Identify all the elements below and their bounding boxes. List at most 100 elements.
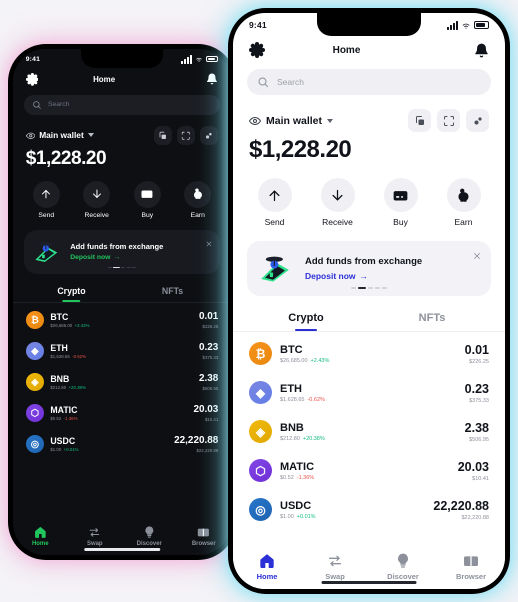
token-list: ₿ BTC $26,685.00 +2.43% 0.01 $226.25 ◆ ETH $1,62…	[233, 334, 505, 529]
carousel-dot[interactable]	[121, 266, 126, 269]
deposit-now-link[interactable]: Deposit now →	[70, 254, 163, 261]
cellular-bars-icon	[181, 54, 193, 64]
scan-qr-button[interactable]	[176, 126, 196, 145]
token-row[interactable]: ₿ BTC $26,685.00 +2.43% 0.01 $226.25	[13, 305, 231, 336]
quick-action-send[interactable]: Send	[243, 178, 306, 227]
wallet-selector[interactable]: Main wallet	[249, 115, 334, 127]
token-row[interactable]: ⬡ MATIC $0.52 -1.36% 20.03 $10.41	[233, 451, 505, 490]
phone-with-coin-icon	[257, 254, 297, 283]
token-change: +0.01%	[63, 447, 79, 453]
copy-address-button[interactable]	[153, 126, 173, 145]
search-input[interactable]: Search	[24, 94, 220, 116]
scan-qr-button[interactable]	[437, 109, 460, 132]
notifications-button[interactable]	[206, 73, 218, 85]
nav-item-browser[interactable]: Browser	[437, 553, 505, 581]
search-input[interactable]: Search	[247, 69, 491, 95]
card-icon	[383, 178, 418, 212]
token-symbol: MATIC	[50, 404, 78, 415]
carousel-dot[interactable]	[382, 287, 387, 289]
asset-tabs: Crypto NFTs	[243, 312, 495, 331]
nav-item-home[interactable]: Home	[233, 553, 301, 581]
token-row[interactable]: ◈ BNB $212.80 +20.38% 2.38 $506.95	[233, 412, 505, 451]
carousel-dot[interactable]	[375, 287, 380, 289]
tab-label: NFTs	[418, 312, 446, 324]
token-price: $1,628.65	[280, 396, 305, 403]
nav-item-swap[interactable]: Swap	[301, 553, 369, 581]
quick-action-earn[interactable]: Earn	[173, 180, 224, 219]
carousel-dot[interactable]	[113, 266, 120, 269]
carousel-dot[interactable]	[126, 266, 131, 269]
token-logo-btc-icon: ₿	[249, 342, 272, 365]
tab-crypto[interactable]: Crypto	[21, 286, 122, 303]
token-row[interactable]: ₿ BTC $26,685.00 +2.43% 0.01 $226.25	[233, 334, 505, 373]
token-price-row: $1.00 +0.01%	[50, 447, 174, 452]
tab-nfts[interactable]: NFTs	[369, 312, 495, 331]
token-row[interactable]: ◎ USDC $1.00 +0.01% 22,220.88 $22,220.88	[233, 490, 505, 529]
token-symbol: BTC	[50, 311, 69, 322]
tab-crypto[interactable]: Crypto	[243, 312, 369, 331]
token-price: $1,628.65	[50, 354, 70, 360]
connect-button[interactable]	[200, 126, 219, 145]
deposit-now-label: Deposit now	[305, 271, 356, 281]
quick-action-receive[interactable]: Receive	[306, 178, 369, 227]
nav-item-discover[interactable]: Discover	[122, 526, 177, 547]
copy-address-button[interactable]	[408, 109, 431, 132]
token-value: $22,220.88	[461, 514, 489, 521]
token-logo-bnb-icon: ◈	[25, 372, 44, 392]
quick-action-buy[interactable]: Buy	[369, 178, 432, 227]
carousel-dot[interactable]	[358, 287, 366, 289]
nav-item-browser[interactable]: Browser	[177, 526, 232, 547]
connect-button[interactable]	[466, 109, 489, 132]
token-symbol: ETH	[280, 382, 302, 395]
arrow-right-icon: →	[359, 271, 369, 281]
promo-title: Add funds from exchange	[70, 242, 164, 252]
settings-button[interactable]	[249, 42, 265, 58]
token-logo-usdc-icon: ◎	[249, 498, 272, 521]
token-logo-matic-icon: ⬡	[249, 459, 272, 482]
token-row[interactable]: ◈ BNB $212.80 +20.38% 2.38 $506.95	[13, 367, 231, 398]
tab-underline	[295, 328, 317, 331]
token-price-row: $212.80 +20.38%	[50, 385, 199, 390]
tab-nfts[interactable]: NFTs	[122, 286, 223, 302]
deposit-now-link[interactable]: Deposit now →	[305, 271, 422, 281]
close-promo-button[interactable]	[472, 249, 482, 259]
promo-banner[interactable]: Add funds from exchange Deposit now →	[24, 230, 220, 274]
token-value: $10.41	[472, 475, 489, 482]
notifications-button[interactable]	[474, 43, 489, 58]
promo-banner[interactable]: Add funds from exchange Deposit now →	[247, 241, 491, 296]
settings-button[interactable]	[25, 73, 39, 86]
card-icon	[133, 180, 161, 208]
token-price-row: $26,685.00 +2.43%	[280, 358, 465, 364]
token-price-row: $1,628.65 -0.62%	[280, 397, 465, 403]
quick-action-earn[interactable]: Earn	[432, 178, 495, 227]
token-row[interactable]: ⬡ MATIC $0.52 -1.36% 20.03 $10.41	[13, 398, 231, 429]
carousel-dot[interactable]	[351, 287, 356, 289]
tabs-divider	[233, 331, 505, 332]
token-symbol: BTC	[280, 343, 303, 356]
quick-action-receive[interactable]: Receive	[71, 180, 122, 219]
status-time: 9:41	[249, 20, 267, 30]
nav-item-swap[interactable]: Swap	[68, 526, 123, 547]
carousel-dot[interactable]	[107, 266, 112, 269]
phone-mockup-dark: 9:41 Home Search Main wallet $1,228.20 Send Re…	[8, 44, 236, 560]
token-row[interactable]: ◆ ETH $1,628.65 -0.62% 0.23 $375.33	[13, 336, 231, 367]
piggy-bank-icon	[446, 178, 481, 212]
quick-action-send[interactable]: Send	[21, 180, 72, 219]
carousel-dot[interactable]	[368, 287, 373, 289]
token-row[interactable]: ◎ USDC $1.00 +0.01% 22,220.88 $22,220.88	[13, 429, 231, 460]
carousel-dot[interactable]	[132, 266, 137, 269]
nav-item-home[interactable]: Home	[13, 526, 68, 547]
token-symbol: BNB	[50, 373, 70, 384]
arrow-down-icon	[320, 178, 355, 212]
nav-label: Discover	[136, 541, 162, 548]
close-promo-button[interactable]	[205, 236, 213, 247]
eye-icon	[249, 115, 261, 127]
phone-screen-light: 9:41 Home Search Main wallet $1,228.20 Send Re…	[233, 13, 505, 589]
nav-item-discover[interactable]: Discover	[369, 553, 437, 581]
token-price: $26,685.00	[280, 357, 308, 364]
search-icon	[257, 76, 269, 88]
wallet-selector[interactable]: Main wallet	[25, 130, 94, 140]
quick-action-buy[interactable]: Buy	[122, 180, 173, 219]
page-title: Home	[93, 74, 116, 84]
token-row[interactable]: ◆ ETH $1,628.65 -0.62% 0.23 $375.33	[233, 373, 505, 412]
